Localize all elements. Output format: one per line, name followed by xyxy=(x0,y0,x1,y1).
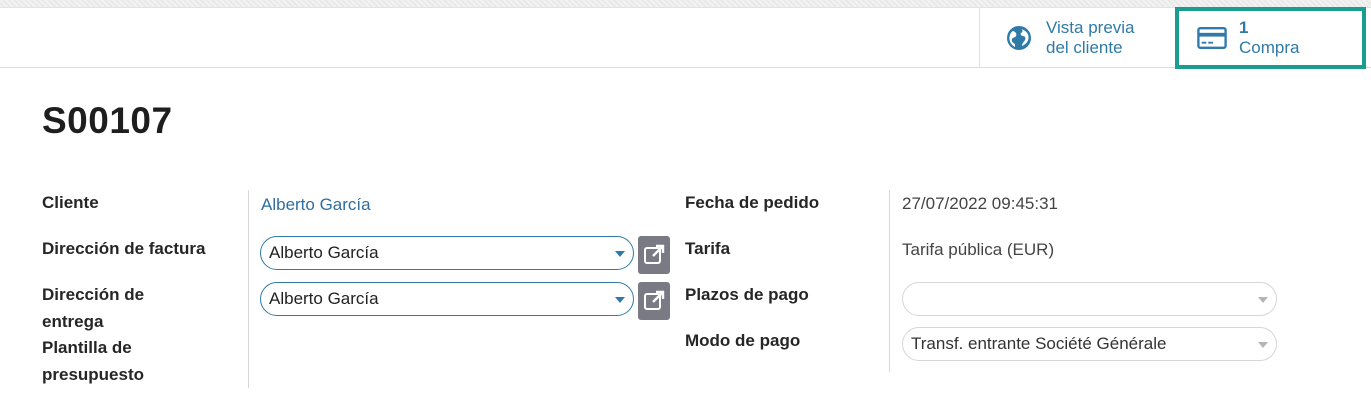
purchase-label: Compra xyxy=(1239,38,1300,57)
chevron-down-icon xyxy=(1258,297,1268,303)
delivery-address-label: Dirección de entrega xyxy=(42,281,144,335)
left-group-divider xyxy=(248,190,249,388)
purchase-count: 1 xyxy=(1239,18,1249,37)
top-edge-strip xyxy=(0,0,1371,8)
pricelist-value: Tarifa pública (EUR) xyxy=(902,240,1055,259)
quotation-template-label: Plantilla de presupuesto xyxy=(42,334,144,388)
payment-mode-label: Modo de pago xyxy=(685,331,801,350)
delivery-address-external-button[interactable] xyxy=(638,282,670,320)
chevron-down-icon xyxy=(1258,342,1268,348)
chevron-down-icon xyxy=(615,297,625,303)
chevron-down-icon xyxy=(615,251,625,257)
smart-button-box: Vista previa del cliente 1 Compra xyxy=(0,7,1371,69)
preview-line2: del cliente xyxy=(1046,38,1123,57)
right-group-divider xyxy=(889,190,890,372)
quotation-template-label-line2: presupuesto xyxy=(42,365,145,384)
invoice-address-label: Dirección de factura xyxy=(42,239,206,258)
external-link-icon xyxy=(644,290,665,310)
external-link-icon xyxy=(644,244,665,264)
customer-preview-button[interactable]: Vista previa del cliente xyxy=(979,8,1175,68)
record-title: S00107 xyxy=(42,100,173,141)
customer-label: Cliente xyxy=(42,193,99,212)
pricelist-label: Tarifa xyxy=(685,239,731,258)
payment-terms-label: Plazos de pago xyxy=(685,285,809,304)
delivery-address-select[interactable]: Alberto García xyxy=(260,282,634,316)
order-date-label: Fecha de pedido xyxy=(685,193,820,212)
purchase-button[interactable]: 1 Compra xyxy=(1175,7,1366,69)
payment-terms-select[interactable] xyxy=(902,282,1277,316)
quotation-template-label-line1: Plantilla de xyxy=(42,338,132,357)
invoice-address-external-button[interactable] xyxy=(638,236,670,274)
customer-link[interactable]: Alberto García xyxy=(261,194,371,216)
payment-mode-value: Transf. entrante Société Générale xyxy=(911,334,1167,353)
preview-line1: Vista previa xyxy=(1046,18,1135,37)
delivery-address-label-line2: entrega xyxy=(42,312,104,331)
invoice-address-select[interactable]: Alberto García xyxy=(260,236,634,270)
credit-card-icon xyxy=(1197,23,1227,53)
globe-icon xyxy=(1004,23,1034,53)
order-date-value: 27/07/2022 09:45:31 xyxy=(902,194,1058,213)
payment-mode-select[interactable]: Transf. entrante Société Générale xyxy=(902,327,1277,361)
delivery-address-label-line1: Dirección de xyxy=(42,285,145,304)
invoice-address-value: Alberto García xyxy=(269,243,379,262)
delivery-address-value: Alberto García xyxy=(269,289,379,308)
